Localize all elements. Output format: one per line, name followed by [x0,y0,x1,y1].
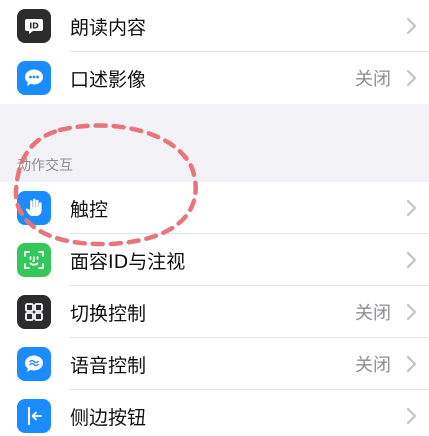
voice-bubble-icon [17,347,51,381]
row-label: 朗读内容 [70,16,147,39]
chevron-right-icon [406,303,417,321]
speech-bubble-icon: ID [17,9,51,43]
chevron-right-icon [406,251,417,269]
row-label: 触控 [70,198,109,221]
row-label: 切换控制 [70,302,147,325]
vision-group: ID 朗读内容 口述影像 关闭 [0,0,429,104]
row-label: 口述影像 [70,68,147,91]
chevron-right-icon [406,407,417,425]
row-label: 侧边按钮 [70,406,147,429]
row-value: 关闭 [355,355,391,376]
row-label: 语音控制 [70,354,147,377]
row-speak-content[interactable]: ID 朗读内容 [0,0,429,52]
row-switch-control[interactable]: 切换控制 关闭 [0,286,429,338]
grid-icon [17,295,51,329]
svg-text:ID: ID [29,22,39,31]
chat-bubble-icon [17,61,51,95]
row-value: 关闭 [355,69,391,90]
hand-touch-icon [17,191,51,225]
chevron-right-icon [406,199,417,217]
row-label: 面容ID与注视 [70,250,186,273]
row-side-button[interactable]: 侧边按钮 [0,390,429,436]
row-value: 关闭 [355,303,391,324]
side-button-icon [17,399,51,433]
settings-screen: ID 朗读内容 口述影像 关闭 动作交互 触控 面容ID与注视 切换控制 关闭 … [0,0,429,436]
row-audio-descriptions[interactable]: 口述影像 关闭 [0,52,429,104]
row-touch[interactable]: 触控 [0,182,429,234]
interaction-group: 触控 面容ID与注视 切换控制 关闭 语音控制 关闭 侧边按钮 [0,182,429,436]
chevron-right-icon [406,355,417,373]
chevron-right-icon [406,17,417,35]
row-voice-control[interactable]: 语音控制 关闭 [0,338,429,390]
row-face-id-attention[interactable]: 面容ID与注视 [0,234,429,286]
section-header: 动作交互 [17,158,73,174]
chevron-right-icon [406,69,417,87]
face-id-icon [17,243,51,277]
